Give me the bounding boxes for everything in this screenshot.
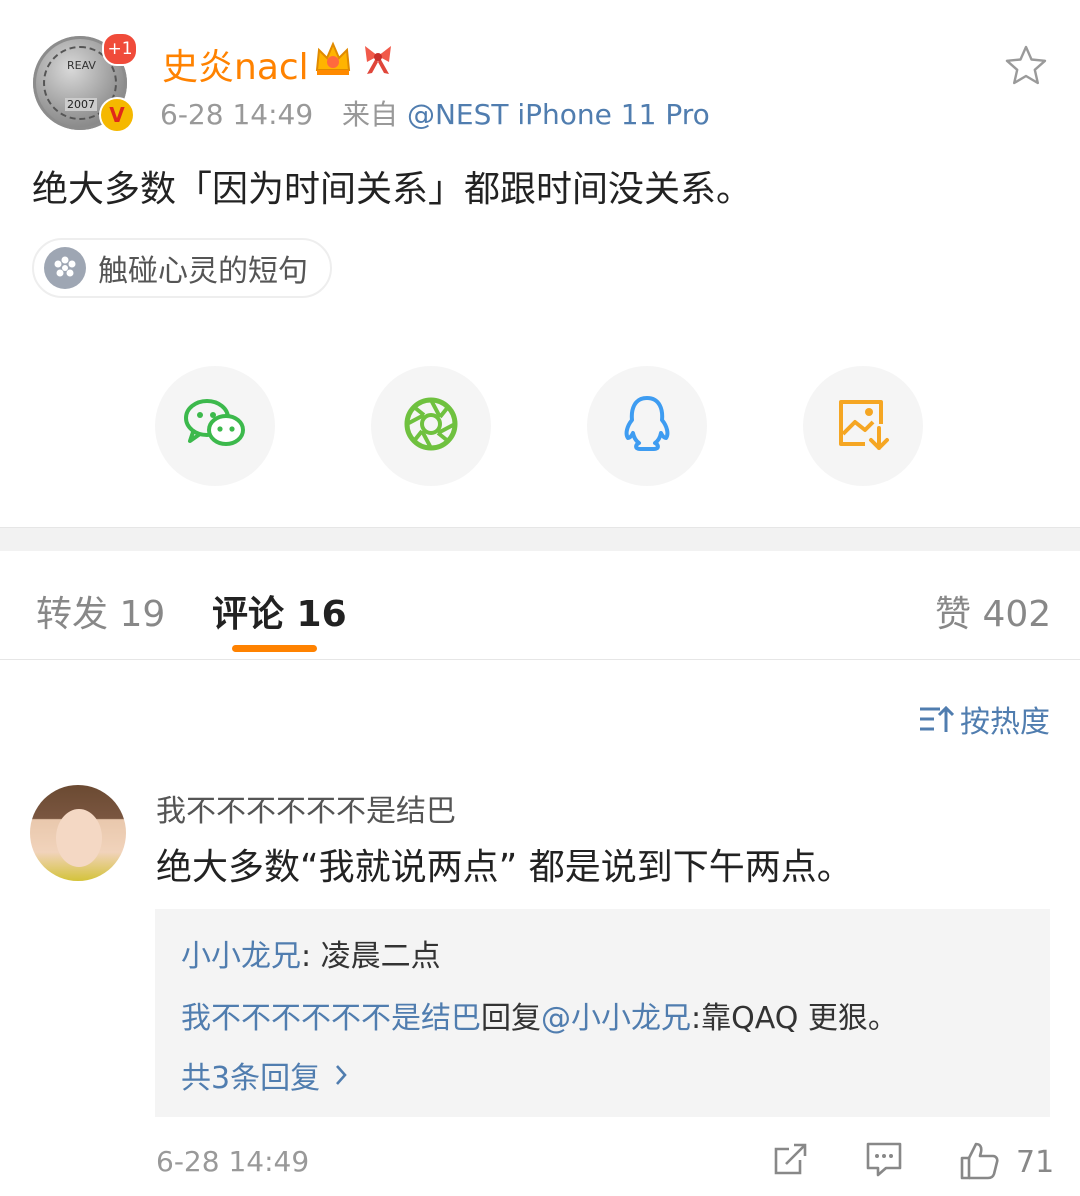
post-meta: 6-28 14:49 来自 @NEST iPhone 11 Pro (160, 93, 710, 133)
tab-likes[interactable]: 赞 402 (935, 585, 1051, 637)
sort-icon (918, 704, 954, 734)
avatar-text-bottom: 2007 (65, 98, 97, 111)
verified-badge: V (99, 97, 135, 133)
replies-box[interactable]: 小小龙兄: 凌晨二点 我不不不不不不是结巴回复@小小龙兄:靠QAQ 更狠。 共3… (155, 909, 1050, 1117)
reply-comment-button[interactable] (864, 1140, 904, 1182)
flower-icon (44, 247, 86, 289)
moments-icon (401, 394, 461, 458)
avatar-face (56, 809, 102, 867)
repost-comment-button[interactable] (772, 1140, 810, 1182)
reply-text: 凌晨二点 (320, 939, 441, 974)
topic-label: 触碰心灵的短句 (98, 254, 308, 289)
comment-time: 6-28 14:49 (156, 1145, 310, 1178)
active-tab-indicator (232, 645, 317, 652)
author-name[interactable]: 史炎nacl (162, 38, 309, 90)
reply-text: :靠QAQ 更狠。 (691, 1001, 898, 1036)
reply-item: 小小龙兄: 凌晨二点 (181, 931, 441, 975)
ribbon-gift-icon (359, 40, 397, 86)
source-prefix: 来自 (342, 98, 399, 131)
save-image-icon (835, 396, 891, 456)
tab-comments[interactable]: 评论 16 (212, 585, 347, 637)
reply-item: 我不不不不不不是结巴回复@小小龙兄:靠QAQ 更狠。 (181, 993, 898, 1037)
commenter-avatar[interactable] (30, 785, 126, 881)
share-wechat-button[interactable] (155, 366, 275, 486)
sort-by-hot-button[interactable]: 按热度 (918, 697, 1050, 741)
chevron-right-icon (334, 1063, 348, 1087)
post-time: 6-28 14:49 (160, 98, 314, 131)
comment-bubble-icon (864, 1142, 904, 1182)
reply-mention-link[interactable]: @小小龙兄 (541, 1001, 691, 1036)
post-body: 绝大多数「因为时间关系」都跟时间没关系。 (32, 169, 753, 210)
like-comment-button[interactable] (958, 1140, 1000, 1186)
reply-user-link[interactable]: 小小龙兄 (181, 939, 301, 974)
favorite-star-icon[interactable] (1004, 44, 1048, 90)
tabs-divider (0, 659, 1080, 660)
sort-label: 按热度 (960, 705, 1050, 740)
tab-repost[interactable]: 转发 19 (36, 585, 165, 637)
topic-chip[interactable]: 触碰心灵的短句 (32, 238, 332, 298)
more-replies-label: 共3条回复 (181, 1061, 321, 1096)
wechat-icon (183, 396, 247, 456)
avatar-text-top: REAV (67, 59, 96, 72)
reply-user-link[interactable]: 我不不不不不不是结巴 (181, 1001, 481, 1036)
notification-badge: +1 (102, 32, 138, 66)
reply-verb: 回复 (481, 1001, 541, 1036)
reply-separator: : (301, 939, 321, 974)
more-replies-link[interactable]: 共3条回复 (181, 1053, 348, 1097)
share-moments-button[interactable] (371, 366, 491, 486)
qq-icon (620, 394, 674, 458)
post-source-link[interactable]: @NEST iPhone 11 Pro (407, 98, 710, 131)
share-out-icon (772, 1143, 810, 1182)
save-image-button[interactable] (803, 366, 923, 486)
comment-text: 绝大多数“我就说两点” 都是说到下午两点。 (156, 847, 853, 888)
thumbs-up-icon (958, 1142, 1000, 1186)
vip-crown-icon (313, 40, 353, 86)
section-divider (0, 527, 1080, 551)
commenter-name[interactable]: 我不不不不不不是结巴 (156, 786, 456, 830)
share-qq-button[interactable] (587, 366, 707, 486)
comment-like-count: 71 (1016, 1145, 1055, 1180)
